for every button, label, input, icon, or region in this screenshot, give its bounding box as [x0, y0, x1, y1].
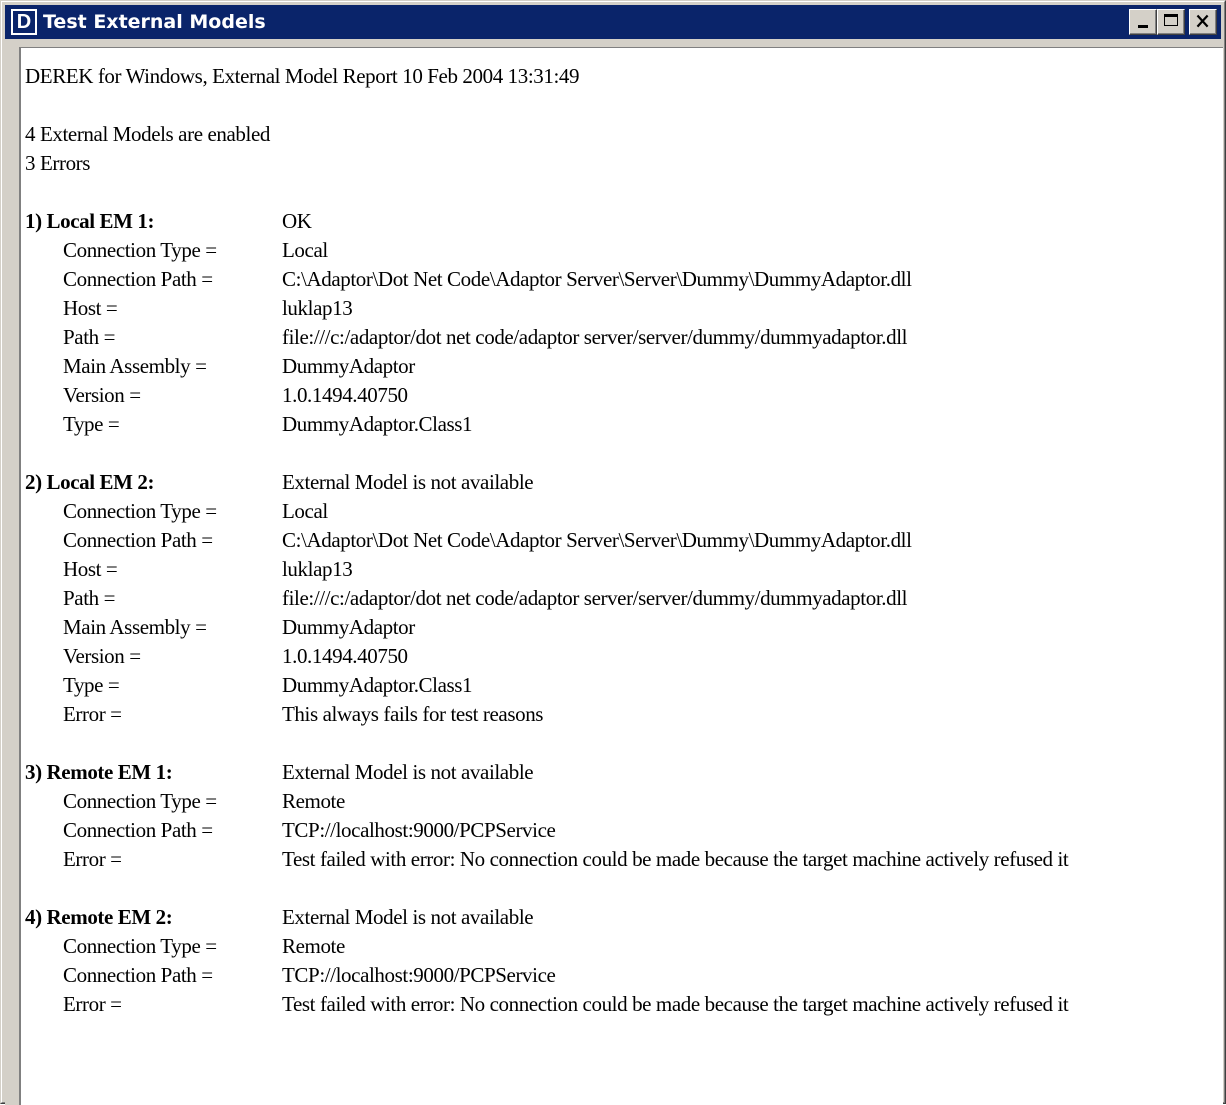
property-value: 1.0.1494.40750 — [282, 383, 408, 407]
model-property-row: Version = 1.0.1494.40750 — [25, 381, 1068, 410]
property-value: TCP://localhost:9000/PCPService — [282, 818, 556, 842]
model-property-row: Path = file:///c:/adaptor/dot net code/ad… — [25, 323, 1068, 352]
enabled-count: 4 External Models are enabled — [25, 122, 270, 146]
report-window: D Test External Models DEREK for Windows… — [0, 0, 1226, 1105]
model-property-row: Main Assembly = DummyAdaptor — [25, 352, 1068, 381]
window-title: Test External Models — [43, 11, 266, 33]
model-property-row: Connection Type = Local — [25, 497, 1068, 526]
property-value: DummyAdaptor.Class1 — [282, 673, 473, 697]
model-property-row: Connection Type = Local — [25, 236, 1068, 265]
maximize-icon — [1164, 14, 1178, 26]
model-status: OK — [282, 209, 312, 233]
property-key: Host = — [63, 296, 118, 320]
minimize-button[interactable] — [1129, 9, 1157, 35]
model-property-row: Main Assembly = DummyAdaptor — [25, 613, 1068, 642]
property-value: file:///c:/adaptor/dot net code/adaptor … — [282, 586, 908, 610]
model-property-row: Error = Test failed with error: No connec… — [25, 990, 1069, 1019]
property-key: Connection Type = — [63, 789, 217, 813]
property-value: Test failed with error: No connection co… — [282, 847, 1069, 871]
model-property-row: Connection Type = Remote — [25, 932, 1068, 961]
property-value: This always fails for test reasons — [282, 702, 544, 726]
model-label: 1) Local EM 1: — [25, 209, 155, 233]
property-value: C:\Adaptor\Dot Net Code\Adaptor Server\S… — [282, 267, 912, 291]
model-property-row: Connection Type = Remote — [25, 787, 1068, 816]
property-value: TCP://localhost:9000/PCPService — [282, 963, 556, 987]
property-key: Error = — [63, 992, 122, 1016]
property-key: Host = — [63, 557, 118, 581]
model-status: External Model is not available — [282, 905, 534, 929]
property-key: Connection Path = — [63, 528, 213, 552]
model-label: 4) Remote EM 2: — [25, 905, 173, 929]
property-value: Local — [282, 238, 328, 262]
app-icon[interactable]: D — [11, 9, 37, 35]
report-body: DEREK for Windows, External Model Report… — [25, 62, 1069, 1019]
property-key: Error = — [63, 702, 122, 726]
property-key: Main Assembly = — [63, 615, 207, 639]
model-property-row: Host = luklap13 — [25, 294, 1068, 323]
property-value: DummyAdaptor — [282, 354, 415, 378]
property-key: Error = — [63, 847, 122, 871]
property-key: Type = — [63, 412, 120, 436]
property-key: Connection Type = — [63, 499, 217, 523]
property-value: C:\Adaptor\Dot Net Code\Adaptor Server\S… — [282, 528, 912, 552]
model-property-row: Type = DummyAdaptor.Class1 — [25, 410, 1068, 439]
model-property-row: Version = 1.0.1494.40750 — [25, 642, 1068, 671]
model-sections: 1) Local EM 1: OK Connection Type = Local Co… — [25, 178, 1069, 1019]
model-property-row: Error = This always fails for test reason… — [25, 700, 1068, 729]
property-key: Connection Type = — [63, 934, 217, 958]
property-value: DummyAdaptor.Class1 — [282, 412, 473, 436]
model-label: 2) Local EM 2: — [25, 470, 155, 494]
title-bar[interactable]: D Test External Models — [5, 5, 1221, 39]
close-button[interactable] — [1189, 9, 1217, 35]
property-key: Type = — [63, 673, 120, 697]
report-heading: DEREK for Windows, External Model Report… — [25, 64, 580, 88]
property-value: Local — [282, 499, 328, 523]
model-section: 3) Remote EM 1: External Model is not ava… — [25, 758, 1069, 874]
model-section: 4) Remote EM 2: External Model is not ava… — [25, 903, 1069, 1019]
property-key: Connection Type = — [63, 238, 217, 262]
model-status: External Model is not available — [282, 760, 534, 784]
model-header: 1) Local EM 1: OK — [25, 207, 1068, 236]
property-value: luklap13 — [282, 296, 353, 320]
property-value: file:///c:/adaptor/dot net code/adaptor … — [282, 325, 908, 349]
property-key: Path = — [63, 586, 116, 610]
model-property-row: Connection Path = C:\Adaptor\Dot Net Code… — [25, 265, 1068, 294]
property-key: Connection Path = — [63, 818, 213, 842]
error-count: 3 Errors — [25, 151, 91, 175]
model-property-row: Type = DummyAdaptor.Class1 — [25, 671, 1068, 700]
property-key: Version = — [63, 383, 141, 407]
model-property-row: Connection Path = TCP://localhost:9000/PC… — [25, 961, 1068, 990]
title-bar-buttons — [1129, 9, 1217, 35]
property-value: Test failed with error: No connection co… — [282, 992, 1069, 1016]
property-value: DummyAdaptor — [282, 615, 415, 639]
report-text-area[interactable]: DEREK for Windows, External Model Report… — [19, 47, 1223, 1105]
window-left-edge — [5, 47, 19, 1105]
maximize-button[interactable] — [1157, 9, 1185, 35]
property-key: Version = — [63, 644, 141, 668]
model-property-row: Path = file:///c:/adaptor/dot net code/ad… — [25, 584, 1068, 613]
model-header: 4) Remote EM 2: External Model is not ava… — [25, 903, 1068, 932]
property-value: Remote — [282, 934, 345, 958]
property-key: Path = — [63, 325, 116, 349]
model-property-row: Connection Path = C:\Adaptor\Dot Net Code… — [25, 526, 1068, 555]
model-header: 2) Local EM 2: External Model is not avai… — [25, 468, 1068, 497]
model-property-row: Host = luklap13 — [25, 555, 1068, 584]
model-property-row: Connection Path = TCP://localhost:9000/PC… — [25, 816, 1068, 845]
model-label: 3) Remote EM 1: — [25, 760, 173, 784]
property-key: Connection Path = — [63, 267, 213, 291]
minimize-icon — [1138, 25, 1148, 28]
model-header: 3) Remote EM 1: External Model is not ava… — [25, 758, 1068, 787]
property-value: 1.0.1494.40750 — [282, 644, 408, 668]
model-property-row: Error = Test failed with error: No connec… — [25, 845, 1069, 874]
property-value: Remote — [282, 789, 345, 813]
model-section: 2) Local EM 2: External Model is not avai… — [25, 468, 1068, 729]
property-value: luklap13 — [282, 557, 353, 581]
close-icon — [1196, 14, 1209, 28]
property-key: Main Assembly = — [63, 354, 207, 378]
model-section: 1) Local EM 1: OK Connection Type = Local Co… — [25, 207, 1068, 439]
property-key: Connection Path = — [63, 963, 213, 987]
model-status: External Model is not available — [282, 470, 534, 494]
